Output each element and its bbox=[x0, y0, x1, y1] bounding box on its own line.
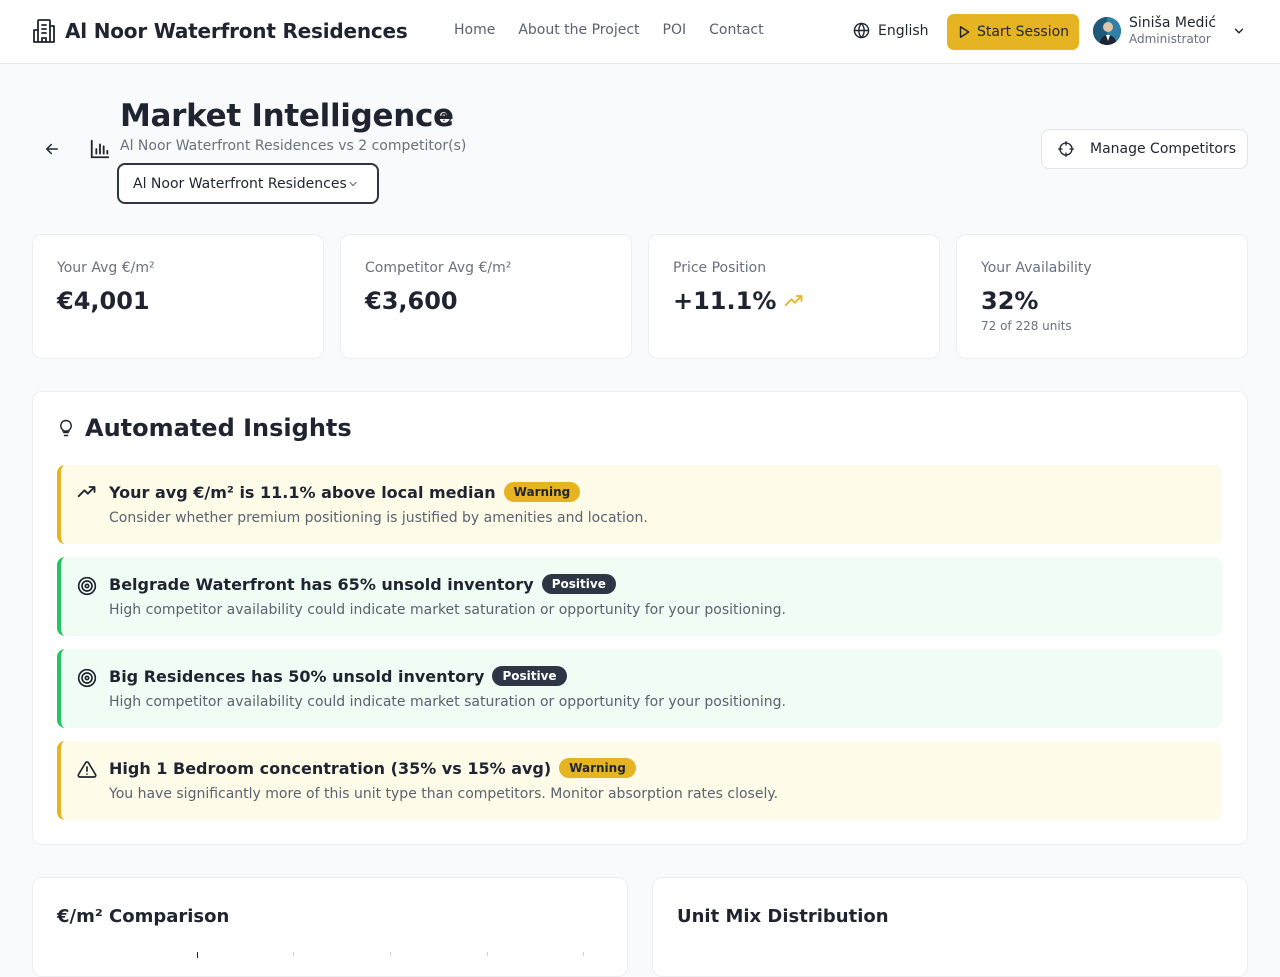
page-title: Market Intelligence bbox=[120, 98, 454, 134]
brand-name: Al Noor Waterfront Residences bbox=[65, 19, 408, 43]
nav-about-project[interactable]: About the Project bbox=[518, 22, 639, 38]
trending-up-icon bbox=[785, 295, 803, 307]
language-selector[interactable]: English bbox=[853, 22, 929, 39]
globe-icon bbox=[853, 22, 870, 39]
crosshair-icon bbox=[1058, 141, 1074, 157]
top-bar: Al Noor Waterfront Residences Home About… bbox=[0, 0, 1280, 64]
back-arrow-icon[interactable] bbox=[42, 140, 62, 158]
chart-axis-tick bbox=[487, 952, 488, 956]
user-role: Administrator bbox=[1129, 32, 1211, 46]
insight-item: High 1 Bedroom concentration (35% vs 15%… bbox=[57, 741, 1222, 820]
chart-axis-tick bbox=[197, 952, 198, 958]
building-icon bbox=[33, 19, 55, 43]
target-icon bbox=[77, 576, 97, 596]
user-menu[interactable]: Siniša Medić Administrator bbox=[1093, 15, 1246, 47]
insight-title: Belgrade Waterfront has 65% unsold inven… bbox=[109, 574, 616, 594]
help-circle-icon[interactable] bbox=[436, 109, 452, 125]
insight-title: Your avg €/m² is 11.1% above local media… bbox=[109, 482, 581, 502]
start-session-label: Start Session bbox=[976, 24, 1070, 40]
unit-mix-panel: Unit Mix Distribution bbox=[652, 877, 1248, 977]
user-name: Siniša Medić bbox=[1129, 15, 1217, 31]
chart-axis-tick bbox=[583, 952, 584, 956]
insight-title: High 1 Bedroom concentration (35% vs 15%… bbox=[109, 758, 636, 778]
nav-home[interactable]: Home bbox=[454, 22, 495, 38]
page-subtitle: Al Noor Waterfront Residences vs 2 compe… bbox=[120, 138, 467, 154]
start-session-button[interactable]: Start Session bbox=[947, 14, 1079, 50]
stat-value: €3,600 bbox=[365, 287, 458, 315]
stat-value: +11.1% bbox=[673, 287, 804, 315]
project-select[interactable]: Al Noor Waterfront Residences bbox=[117, 163, 379, 204]
stat-value: €4,001 bbox=[57, 287, 150, 315]
avatar bbox=[1093, 17, 1121, 45]
stat-label: Competitor Avg €/m² bbox=[365, 260, 512, 276]
alert-triangle-icon bbox=[77, 761, 97, 778]
stat-value: 32% bbox=[981, 287, 1039, 315]
trending-up-icon bbox=[77, 486, 96, 498]
stat-label: Price Position bbox=[673, 260, 767, 276]
price-comparison-panel: €/m² Comparison bbox=[32, 877, 628, 977]
panel-title: Unit Mix Distribution bbox=[677, 906, 889, 927]
warning-badge: Warning bbox=[503, 482, 581, 502]
insight-title: Big Residences has 50% unsold inventory … bbox=[109, 666, 567, 686]
positive-badge: Positive bbox=[492, 666, 567, 686]
insight-item: Your avg €/m² is 11.1% above local media… bbox=[57, 465, 1222, 544]
insight-description: Consider whether premium positioning is … bbox=[109, 510, 648, 526]
stat-card-price-position: Price Position +11.1% bbox=[648, 234, 940, 359]
chevron-down-icon bbox=[349, 181, 357, 187]
chart-axis-tick bbox=[293, 952, 294, 956]
insights-title: Automated Insights bbox=[57, 414, 352, 442]
insight-item: Big Residences has 50% unsold inventory … bbox=[57, 649, 1222, 728]
warning-badge: Warning bbox=[559, 758, 636, 778]
brand-link[interactable]: Al Noor Waterfront Residences bbox=[32, 18, 408, 44]
insight-description: High competitor availability could indic… bbox=[109, 602, 786, 618]
lightbulb-icon bbox=[60, 419, 72, 437]
insights-panel: Automated Insights Your avg €/m² is 11.1… bbox=[32, 391, 1248, 845]
stat-label: Your Availability bbox=[981, 260, 1092, 276]
language-label: English bbox=[878, 22, 929, 39]
positive-badge: Positive bbox=[541, 574, 616, 594]
stat-sub: 72 of 228 units bbox=[981, 319, 1072, 333]
insight-item: Belgrade Waterfront has 65% unsold inven… bbox=[57, 557, 1222, 636]
project-select-value: Al Noor Waterfront Residences bbox=[133, 175, 347, 192]
nav-contact[interactable]: Contact bbox=[709, 22, 763, 38]
insight-description: You have significantly more of this unit… bbox=[109, 786, 779, 802]
nav-poi[interactable]: POI bbox=[663, 22, 687, 38]
manage-competitors-label: Manage Competitors bbox=[1090, 141, 1237, 157]
stat-card-availability: Your Availability 32% 72 of 228 units bbox=[956, 234, 1248, 359]
chevron-down-icon bbox=[1234, 28, 1244, 34]
stat-card-competitor-avg: Competitor Avg €/m² €3,600 bbox=[340, 234, 632, 359]
stat-label: Your Avg €/m² bbox=[57, 260, 155, 276]
main-nav: Home About the Project POI Contact bbox=[454, 22, 787, 38]
panel-title: €/m² Comparison bbox=[57, 906, 230, 927]
chart-axis-tick bbox=[390, 952, 391, 956]
bar-chart-icon bbox=[90, 139, 110, 159]
play-icon bbox=[959, 26, 970, 38]
manage-competitors-button[interactable]: Manage Competitors bbox=[1041, 129, 1248, 169]
target-icon bbox=[77, 668, 97, 688]
stat-card-your-avg: Your Avg €/m² €4,001 bbox=[32, 234, 324, 359]
insight-description: High competitor availability could indic… bbox=[109, 694, 786, 710]
